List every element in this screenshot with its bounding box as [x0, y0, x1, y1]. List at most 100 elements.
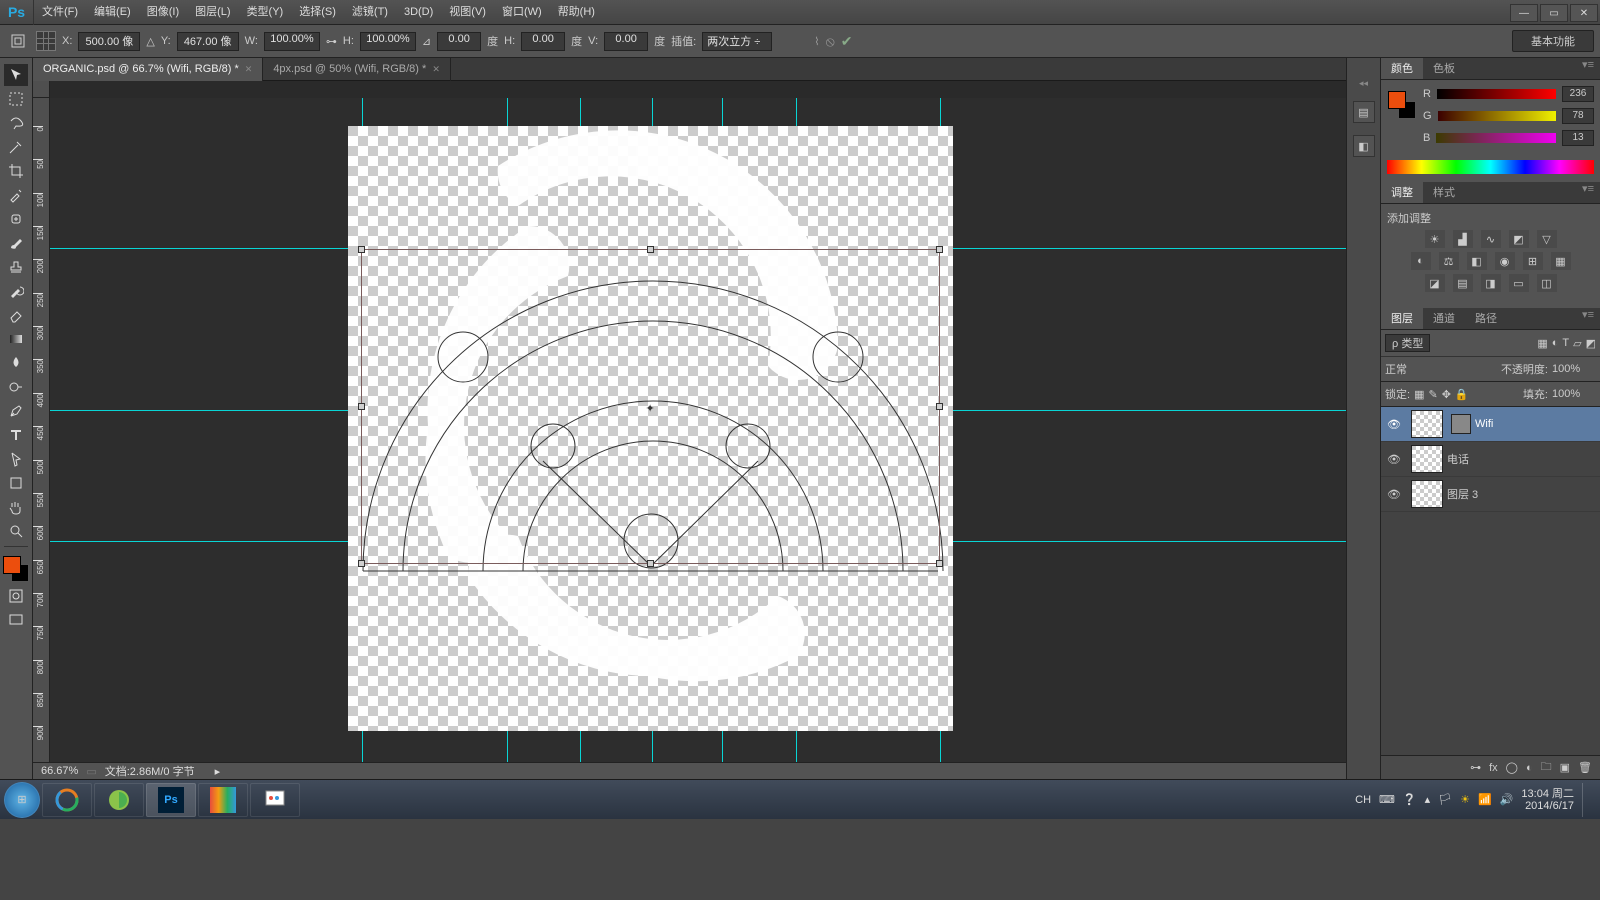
shape-tool[interactable]: [4, 472, 28, 494]
canvas-viewport[interactable]: ✦: [50, 98, 1346, 762]
layer-row[interactable]: 👁 Wifi: [1381, 407, 1600, 442]
transform-handle[interactable]: [936, 246, 943, 253]
zoom-tool[interactable]: [4, 520, 28, 542]
marquee-tool[interactable]: [4, 88, 28, 110]
quickmask-toggle[interactable]: [4, 585, 28, 607]
menu-file[interactable]: 文件(F): [34, 0, 86, 25]
skew-h-field[interactable]: 0.00: [521, 32, 565, 51]
menu-select[interactable]: 选择(S): [291, 0, 344, 25]
lock-transparent-icon[interactable]: ▦: [1414, 388, 1424, 401]
h-field[interactable]: 100.00%: [360, 32, 416, 51]
tab-channels[interactable]: 通道: [1423, 308, 1465, 329]
taskbar-app-3[interactable]: [198, 783, 248, 817]
photofilter-icon[interactable]: ◉: [1495, 252, 1515, 270]
menu-3d[interactable]: 3D(D): [396, 0, 441, 25]
clock[interactable]: 13:04 周二 2014/6/17: [1521, 788, 1574, 812]
crop-tool[interactable]: [4, 160, 28, 182]
filter-pixel-icon[interactable]: ▦: [1537, 337, 1547, 350]
menu-filter[interactable]: 滤镜(T): [344, 0, 396, 25]
layer-name[interactable]: 电话: [1447, 451, 1469, 467]
b-slider[interactable]: [1436, 133, 1556, 143]
show-desktop[interactable]: [1582, 783, 1590, 817]
tab-color[interactable]: 颜色: [1381, 58, 1423, 79]
panel-menu-icon[interactable]: ▾≡: [1576, 308, 1600, 329]
r-value[interactable]: 236: [1562, 86, 1594, 102]
bw-icon[interactable]: ◧: [1467, 252, 1487, 270]
tray-icon[interactable]: 🏳: [1438, 793, 1452, 806]
menu-layer[interactable]: 图层(L): [187, 0, 238, 25]
layer-thumbnail[interactable]: [1411, 480, 1443, 508]
panel-menu-icon[interactable]: ▾≡: [1576, 58, 1600, 79]
stamp-tool[interactable]: [4, 256, 28, 278]
visibility-icon[interactable]: 👁: [1381, 453, 1407, 466]
layer-name[interactable]: Wifi: [1475, 418, 1493, 430]
b-value[interactable]: 13: [1562, 130, 1594, 146]
vibrance-icon[interactable]: ▽: [1537, 230, 1557, 248]
taskbar-photoshop[interactable]: Ps: [146, 783, 196, 817]
panel-menu-icon[interactable]: ▾≡: [1576, 182, 1600, 203]
ime-indicator[interactable]: CH: [1355, 794, 1371, 806]
taskbar-paint[interactable]: [250, 783, 300, 817]
blend-mode-select[interactable]: 正常: [1385, 361, 1497, 377]
group-icon[interactable]: 🗀: [1541, 758, 1552, 777]
x-field[interactable]: 500.00 像: [78, 32, 140, 51]
close-icon[interactable]: ✕: [245, 58, 253, 81]
exposure-icon[interactable]: ◩: [1509, 230, 1529, 248]
window-restore[interactable]: ▭: [1540, 4, 1568, 22]
brightness-icon[interactable]: ☀: [1425, 230, 1445, 248]
dodge-tool[interactable]: [4, 376, 28, 398]
close-icon[interactable]: ✕: [432, 58, 440, 81]
doc-tab-1[interactable]: ORGANIC.psd @ 66.7% (Wifi, RGB/8) *✕: [33, 58, 263, 81]
tab-swatches[interactable]: 色板: [1423, 58, 1465, 79]
doc-tab-2[interactable]: 4px.psd @ 50% (Wifi, RGB/8) *✕: [263, 58, 451, 81]
hand-tool[interactable]: [4, 496, 28, 518]
taskbar-app-1[interactable]: [42, 783, 92, 817]
menu-image[interactable]: 图像(I): [139, 0, 187, 25]
menu-edit[interactable]: 编辑(E): [86, 0, 139, 25]
filter-smart-icon[interactable]: ◩: [1586, 337, 1596, 350]
move-tool[interactable]: [4, 64, 28, 86]
threshold-icon[interactable]: ◨: [1481, 274, 1501, 292]
volume-icon[interactable]: 🔊: [1500, 793, 1514, 806]
lock-position-icon[interactable]: ✥: [1442, 388, 1451, 401]
anchor-grid-icon[interactable]: [36, 31, 56, 51]
layer-thumbnail[interactable]: [1411, 410, 1443, 438]
start-button[interactable]: ⊞: [4, 782, 40, 818]
menu-window[interactable]: 窗口(W): [494, 0, 550, 25]
path-select-tool[interactable]: [4, 448, 28, 470]
transform-handle[interactable]: [358, 403, 365, 410]
interp-select[interactable]: 两次立方 ÷: [702, 32, 772, 51]
transform-handle[interactable]: [358, 246, 365, 253]
layer-filter-kind[interactable]: ρ 类型: [1385, 334, 1430, 352]
transform-handle[interactable]: [936, 403, 943, 410]
layer-name[interactable]: 图层 3: [1447, 486, 1478, 502]
eraser-tool[interactable]: [4, 304, 28, 326]
angle-field[interactable]: 0.00: [437, 32, 481, 51]
layer-thumbnail[interactable]: [1411, 445, 1443, 473]
doc-info[interactable]: 文档:2.86M/0 字节: [105, 763, 195, 779]
wand-tool[interactable]: [4, 136, 28, 158]
y-field[interactable]: 467.00 像: [177, 32, 239, 51]
color-swatches[interactable]: [2, 555, 30, 583]
r-slider[interactable]: [1437, 89, 1556, 99]
menu-view[interactable]: 视图(V): [441, 0, 494, 25]
transform-bounds[interactable]: ✦: [361, 249, 940, 564]
filter-adjust-icon[interactable]: ◐: [1552, 337, 1559, 349]
transform-handle[interactable]: [647, 560, 654, 567]
hue-icon[interactable]: ◐: [1411, 252, 1431, 270]
curves-icon[interactable]: ∿: [1481, 230, 1501, 248]
visibility-icon[interactable]: 👁: [1381, 488, 1407, 501]
mask-icon[interactable]: ◯: [1506, 761, 1518, 774]
hue-ramp[interactable]: [1387, 160, 1594, 174]
transform-handle[interactable]: [936, 560, 943, 567]
fill-field[interactable]: 100%: [1552, 388, 1596, 400]
lock-pixels-icon[interactable]: ✎: [1428, 388, 1437, 401]
fx-icon[interactable]: fx: [1489, 762, 1498, 774]
layer-row[interactable]: 👁 电话: [1381, 442, 1600, 477]
invert-icon[interactable]: ◪: [1425, 274, 1445, 292]
menu-type[interactable]: 类型(Y): [239, 0, 292, 25]
opacity-field[interactable]: 100%: [1552, 363, 1596, 375]
g-value[interactable]: 78: [1562, 108, 1594, 124]
tab-paths[interactable]: 路径: [1465, 308, 1507, 329]
transform-handle[interactable]: [647, 246, 654, 253]
